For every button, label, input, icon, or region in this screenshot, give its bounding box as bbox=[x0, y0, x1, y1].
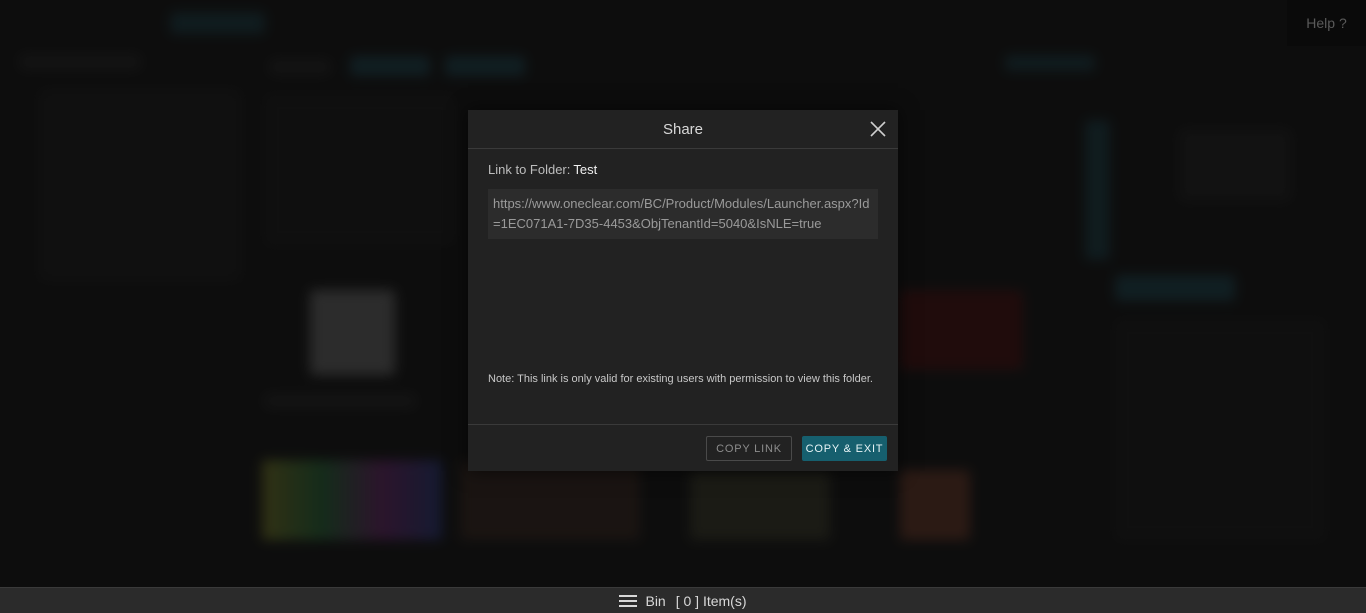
copy-link-button[interactable]: COPY LINK bbox=[706, 436, 792, 461]
bin-label: Bin bbox=[645, 592, 666, 609]
bin-bar[interactable]: Bin [ 0 ] Item(s) bbox=[0, 587, 1366, 613]
copy-and-exit-button[interactable]: COPY & EXIT bbox=[802, 436, 887, 461]
close-icon bbox=[870, 121, 886, 137]
permission-note: Note: This link is only valid for existi… bbox=[488, 373, 873, 385]
folder-name: Test bbox=[573, 162, 598, 177]
dialog-header: Share bbox=[468, 110, 898, 149]
folder-label-text: Link to Folder: bbox=[488, 162, 571, 177]
bin-item-count: [ 0 ] Item(s) bbox=[675, 592, 747, 609]
share-dialog: Share Link to Folder: Test https://www.on… bbox=[468, 110, 898, 471]
help-button[interactable]: Help ? bbox=[1287, 0, 1366, 46]
help-label: Help ? bbox=[1306, 15, 1347, 31]
dialog-title: Share bbox=[662, 120, 704, 138]
dialog-footer: COPY LINK COPY & EXIT bbox=[468, 424, 898, 472]
close-button[interactable] bbox=[868, 119, 888, 139]
share-link-field[interactable]: https://www.oneclear.com/BC/Product/Modu… bbox=[488, 189, 878, 239]
hamburger-menu-icon bbox=[619, 594, 638, 607]
folder-link-label: Link to Folder: Test bbox=[488, 162, 597, 177]
